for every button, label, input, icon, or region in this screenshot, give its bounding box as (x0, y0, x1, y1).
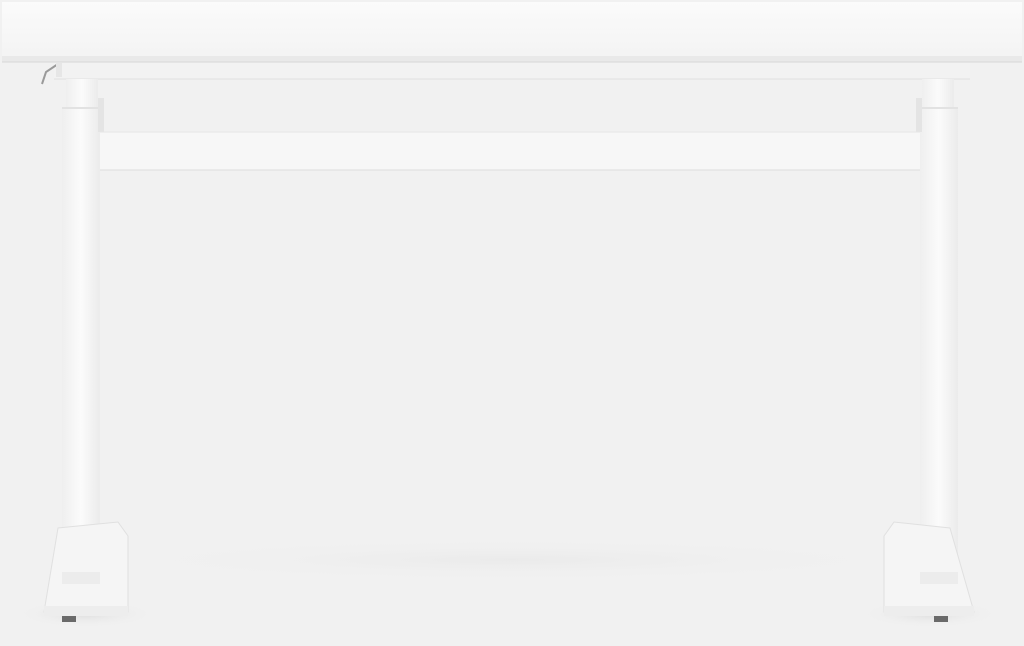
right-foot-pad-front (934, 616, 948, 622)
right-foot (883, 521, 975, 622)
product-photo (0, 0, 1024, 646)
cross-beam (100, 131, 920, 171)
floor-shadow-center (92, 538, 932, 582)
adjustment-lever (41, 63, 62, 85)
left-foot-pad-front (62, 616, 76, 622)
left-leg (62, 79, 104, 583)
top-frame-rail (54, 63, 970, 80)
right-leg (916, 79, 958, 583)
desk-illustration (2, 2, 1022, 628)
desktop-surface (2, 2, 1022, 63)
left-foot (43, 521, 129, 622)
